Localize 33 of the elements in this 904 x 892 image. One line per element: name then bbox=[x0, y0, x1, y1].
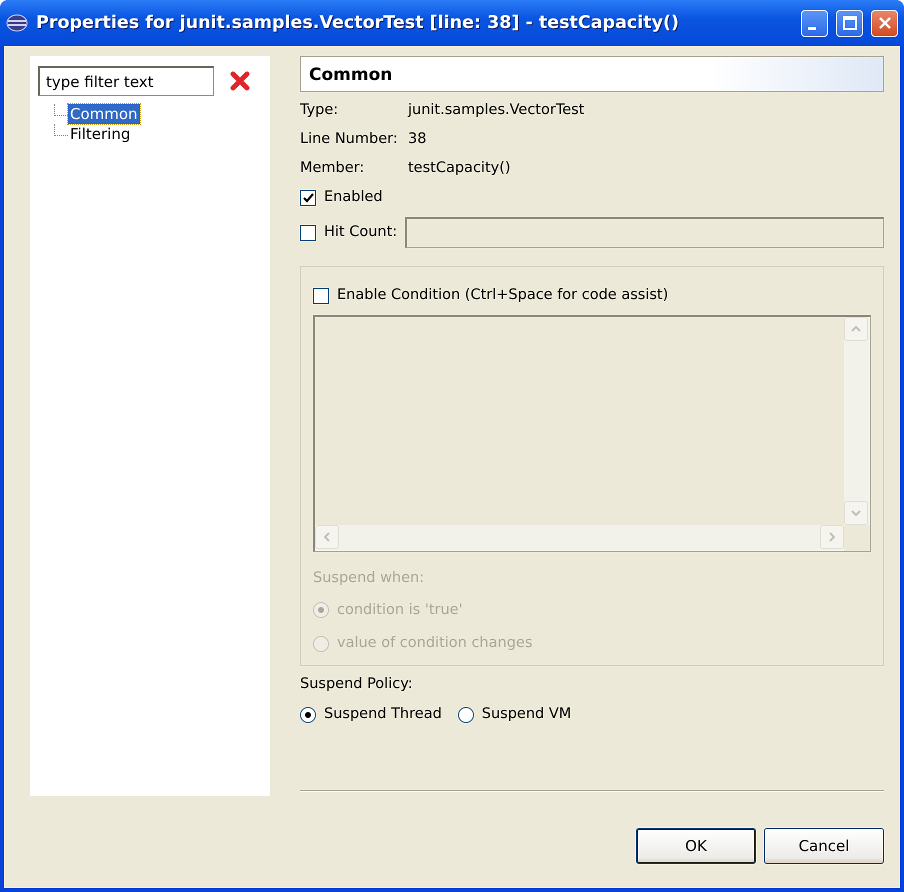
filter-field[interactable]: type filter text bbox=[38, 66, 214, 96]
page-title: Common bbox=[300, 56, 884, 92]
checkbox[interactable] bbox=[300, 190, 316, 206]
group-label: Suspend Policy: bbox=[300, 675, 414, 694]
minimize-icon bbox=[808, 26, 816, 30]
tree-item[interactable]: Filtering bbox=[68, 124, 132, 144]
radio-label: Suspend VM bbox=[482, 704, 572, 724]
close-button[interactable] bbox=[871, 10, 898, 36]
window-title: Properties for junit.samples.VectorTest [line: 38] - testCapacity() bbox=[36, 12, 680, 35]
minimize-button[interactable] bbox=[801, 10, 828, 36]
tree-item[interactable]: Common bbox=[68, 104, 140, 124]
field-label: Member: bbox=[300, 158, 366, 178]
maximize-icon bbox=[842, 15, 858, 31]
field-value: 38 bbox=[408, 130, 426, 149]
radio-label: Suspend Thread bbox=[324, 704, 442, 724]
radio-label: condition is 'true' bbox=[337, 600, 463, 620]
dialog-button[interactable]: Cancel bbox=[764, 828, 884, 864]
clear-icon[interactable] bbox=[230, 71, 250, 91]
radio-label: value of condition changes bbox=[337, 634, 532, 654]
radio-button[interactable] bbox=[458, 706, 474, 723]
close-icon bbox=[876, 15, 892, 31]
group-label: Suspend when: bbox=[313, 568, 426, 588]
field-value: testCapacity() bbox=[408, 158, 511, 178]
field-value: junit.samples.VectorTest bbox=[408, 101, 584, 120]
dialog-button[interactable]: OK bbox=[636, 828, 756, 864]
maximize-button[interactable] bbox=[836, 10, 863, 36]
radio-button[interactable] bbox=[300, 706, 316, 723]
app-icon bbox=[6, 14, 28, 32]
field-label: Line Number: bbox=[300, 130, 399, 149]
checkbox-label: Enable Condition (Ctrl+Space for code assist) bbox=[337, 286, 668, 305]
checkbox-label: Enabled bbox=[324, 188, 383, 208]
checkbox-label: Hit Count: bbox=[324, 222, 398, 242]
field-label: Type: bbox=[300, 101, 340, 120]
